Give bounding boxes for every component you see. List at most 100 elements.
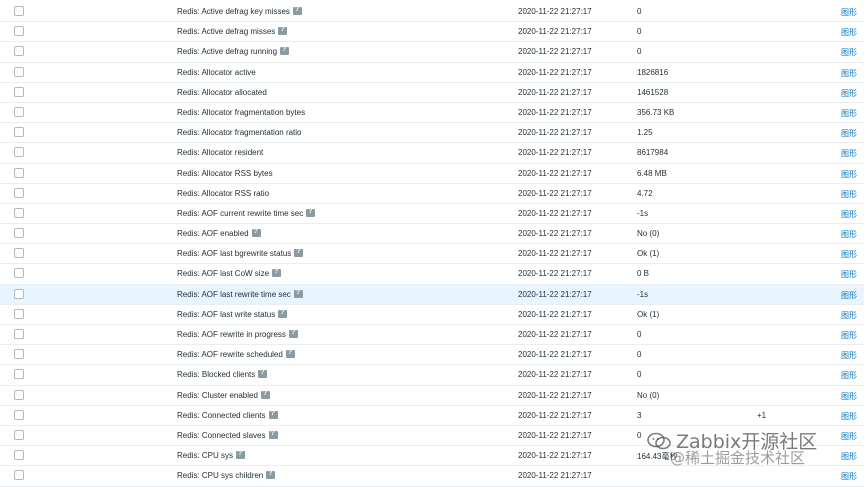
graph-link[interactable]: 图形 bbox=[841, 370, 857, 381]
row-checkbox[interactable] bbox=[14, 268, 24, 279]
item-name: Redis: Cluster enabled bbox=[177, 390, 270, 400]
item-name-text: Redis: Allocator RSS bytes bbox=[177, 168, 273, 178]
graph-link[interactable]: 图形 bbox=[841, 391, 857, 402]
graph-link[interactable]: 图形 bbox=[841, 68, 857, 79]
last-value: 1.25 bbox=[637, 128, 653, 138]
graph-link[interactable]: 图形 bbox=[841, 148, 857, 159]
help-icon[interactable] bbox=[251, 228, 261, 238]
graph-link[interactable]: 图形 bbox=[841, 411, 857, 422]
graph-link[interactable]: 图形 bbox=[841, 108, 857, 119]
table-row: Redis: Allocator RSS ratio 2020-11-22 21:… bbox=[0, 184, 864, 204]
last-check-time: 2020-11-22 21:27:17 bbox=[518, 330, 592, 339]
row-checkbox[interactable] bbox=[14, 46, 24, 57]
help-icon[interactable] bbox=[293, 289, 303, 298]
graph-link[interactable]: 图形 bbox=[841, 88, 857, 99]
help-icon[interactable] bbox=[288, 329, 298, 338]
help-icon[interactable] bbox=[260, 390, 270, 399]
help-icon[interactable] bbox=[268, 410, 278, 419]
graph-link[interactable]: 图形 bbox=[841, 451, 857, 462]
item-name: Redis: AOF rewrite in progress bbox=[177, 329, 298, 339]
row-checkbox[interactable] bbox=[14, 6, 24, 16]
item-name-text: Redis: AOF last write status bbox=[177, 309, 276, 319]
row-checkbox[interactable] bbox=[14, 329, 24, 339]
item-name-text: Redis: AOF rewrite in progress bbox=[177, 330, 286, 339]
last-value: 356.73 KB bbox=[637, 107, 675, 117]
item-name-text: Redis: Allocator RSS ratio bbox=[177, 188, 270, 198]
row-checkbox[interactable] bbox=[14, 450, 24, 461]
item-name-text: Redis: AOF last CoW size bbox=[177, 269, 270, 279]
item-name: Redis: Active defrag misses bbox=[177, 26, 288, 36]
table-row: Redis: Allocator allocated 2020-11-22 21:… bbox=[0, 83, 864, 103]
last-check-time: 2020-11-22 21:27:17 bbox=[518, 188, 592, 198]
graph-link[interactable]: 图形 bbox=[841, 47, 857, 58]
help-icon[interactable] bbox=[278, 26, 288, 36]
table-row: Redis: Allocator RSS bytes 2020-11-22 21:… bbox=[0, 164, 864, 184]
item-name-text: Redis: Allocator resident bbox=[177, 148, 264, 158]
row-checkbox[interactable] bbox=[14, 207, 24, 218]
help-icon[interactable] bbox=[236, 450, 246, 460]
graph-link[interactable]: 图形 bbox=[841, 330, 857, 341]
row-checkbox[interactable] bbox=[14, 66, 24, 77]
row-checkbox[interactable] bbox=[14, 369, 24, 380]
help-icon[interactable] bbox=[278, 309, 288, 318]
help-icon[interactable] bbox=[280, 46, 290, 56]
row-checkbox[interactable] bbox=[14, 26, 24, 37]
wechat-icon bbox=[647, 432, 671, 450]
row-checkbox[interactable] bbox=[14, 86, 24, 97]
last-check-time: 2020-11-22 21:27:17 bbox=[518, 107, 592, 117]
last-check-time: 2020-11-22 21:27:17 bbox=[518, 370, 592, 380]
item-name-text: Redis: Active defrag running bbox=[177, 47, 278, 57]
row-checkbox[interactable] bbox=[14, 147, 24, 158]
item-name: Redis: AOF enabled bbox=[177, 228, 261, 238]
graph-link[interactable]: 图形 bbox=[841, 27, 857, 38]
graph-link[interactable]: 图形 bbox=[841, 290, 857, 301]
help-icon[interactable] bbox=[294, 248, 304, 258]
last-check-time: 2020-11-22 21:27:17 bbox=[518, 249, 592, 259]
last-check-time: 2020-11-22 21:27:17 bbox=[518, 269, 592, 279]
last-value: -1s bbox=[637, 289, 649, 299]
row-checkbox[interactable] bbox=[14, 349, 24, 360]
item-name: Redis: AOF current rewrite time sec bbox=[177, 208, 316, 218]
graph-link[interactable]: 图形 bbox=[841, 249, 857, 260]
graph-link[interactable]: 图形 bbox=[841, 471, 857, 482]
graph-link[interactable]: 图形 bbox=[841, 350, 857, 361]
help-icon[interactable] bbox=[258, 369, 268, 379]
help-icon[interactable] bbox=[285, 349, 295, 359]
help-icon[interactable] bbox=[268, 430, 278, 439]
last-check-time: 2020-11-22 21:27:17 bbox=[518, 390, 592, 400]
graph-link[interactable]: 图形 bbox=[841, 431, 857, 442]
help-icon[interactable] bbox=[272, 268, 282, 278]
row-checkbox[interactable] bbox=[14, 106, 24, 117]
help-icon[interactable] bbox=[306, 208, 316, 217]
graph-link[interactable]: 图形 bbox=[841, 269, 857, 280]
row-checkbox[interactable] bbox=[14, 470, 24, 481]
row-checkbox[interactable] bbox=[14, 429, 24, 440]
row-checkbox[interactable] bbox=[14, 167, 24, 178]
row-checkbox[interactable] bbox=[14, 228, 24, 239]
item-name: Redis: Active defrag running bbox=[177, 46, 290, 57]
graph-link[interactable]: 图形 bbox=[841, 229, 857, 240]
row-checkbox[interactable] bbox=[14, 308, 24, 319]
row-checkbox[interactable] bbox=[14, 409, 24, 420]
graph-link[interactable]: 图形 bbox=[841, 209, 857, 220]
row-checkbox[interactable] bbox=[14, 127, 24, 138]
help-icon[interactable] bbox=[266, 470, 276, 480]
last-value: 0 bbox=[637, 430, 642, 440]
item-name: Redis: Allocator RSS bytes bbox=[177, 169, 273, 178]
graph-link[interactable]: 图形 bbox=[841, 7, 857, 18]
item-name: Redis: Allocator RSS ratio bbox=[177, 189, 269, 198]
row-checkbox[interactable] bbox=[14, 288, 24, 299]
item-name-text: Redis: Connected slaves bbox=[177, 430, 266, 440]
graph-link[interactable]: 图形 bbox=[841, 310, 857, 321]
help-icon[interactable] bbox=[292, 6, 302, 15]
row-checkbox[interactable] bbox=[14, 389, 24, 400]
graph-link[interactable]: 图形 bbox=[841, 189, 857, 200]
table-row: Redis: Allocator fragmentation ratio 2020… bbox=[0, 123, 864, 144]
graph-link[interactable]: 图形 bbox=[841, 169, 857, 180]
row-checkbox[interactable] bbox=[14, 248, 24, 259]
table-row: Redis: Active defrag running 2020-11-22 2… bbox=[0, 42, 864, 63]
row-checkbox[interactable] bbox=[14, 187, 24, 198]
last-check-time: 2020-11-22 21:27:17 bbox=[518, 309, 592, 319]
graph-link[interactable]: 图形 bbox=[841, 128, 857, 139]
last-value: 3 bbox=[637, 410, 642, 420]
